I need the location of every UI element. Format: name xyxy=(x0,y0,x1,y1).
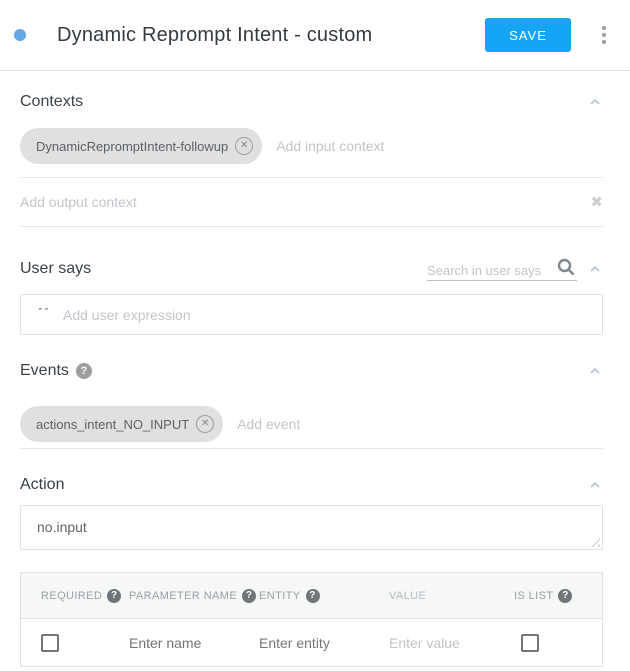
value-field[interactable] xyxy=(389,635,499,651)
action-input-box: no.input xyxy=(20,505,603,550)
add-user-expression-field[interactable] xyxy=(63,307,590,323)
collapse-contexts-icon[interactable] xyxy=(587,94,603,110)
search-icon[interactable] xyxy=(555,256,577,278)
required-help-icon[interactable]: ? xyxy=(107,589,121,603)
resize-handle[interactable] xyxy=(590,537,600,547)
parameter-row xyxy=(21,619,602,666)
add-input-context-field[interactable] xyxy=(276,138,603,154)
collapse-action-icon[interactable] xyxy=(587,477,603,493)
column-parameter-name: PARAMETER NAME ? xyxy=(129,589,259,603)
entity-help-icon[interactable]: ? xyxy=(306,589,320,603)
remove-input-context-icon[interactable]: ✕ xyxy=(235,137,253,155)
divider xyxy=(20,226,603,227)
divider xyxy=(20,448,603,449)
action-heading: Action xyxy=(20,476,64,494)
column-required: REQUIRED ? xyxy=(41,589,129,603)
clear-output-context-icon[interactable]: ✖ xyxy=(590,195,603,210)
contexts-section: Contexts DynamicRepromptIntent-followup … xyxy=(0,93,630,227)
remove-event-icon[interactable]: ✕ xyxy=(196,415,214,433)
input-context-chip-label: DynamicRepromptIntent-followup xyxy=(36,139,228,154)
add-event-field[interactable] xyxy=(237,416,603,432)
priority-dot-icon[interactable] xyxy=(14,29,26,41)
action-section: Action no.input REQUIRED ? PARAMETER NAM… xyxy=(0,476,630,667)
is-list-help-icon[interactable]: ? xyxy=(558,589,572,603)
intent-header: Dynamic Reprompt Intent - custom SAVE xyxy=(0,0,630,71)
event-chip-label: actions_intent_NO_INPUT xyxy=(36,417,189,432)
events-section: Events ? actions_intent_NO_INPUT ✕ xyxy=(0,362,630,449)
is-list-checkbox[interactable] xyxy=(521,634,539,652)
events-heading-label: Events xyxy=(20,362,69,380)
parameters-header-row: REQUIRED ? PARAMETER NAME ? ENTITY ? VAL… xyxy=(21,573,602,619)
add-output-context-field[interactable] xyxy=(20,194,590,210)
events-heading: Events ? xyxy=(20,362,92,380)
column-is-list: IS LIST ? xyxy=(514,589,602,603)
user-says-heading: User says xyxy=(20,260,91,278)
quote-icon: ” xyxy=(36,308,51,322)
input-context-chip: DynamicRepromptIntent-followup ✕ xyxy=(20,128,262,164)
events-help-icon[interactable]: ? xyxy=(76,363,92,379)
collapse-user-says-icon[interactable] xyxy=(587,261,603,277)
column-value: VALUE xyxy=(389,590,514,602)
action-name-field[interactable]: no.input xyxy=(37,506,586,549)
parameters-table: REQUIRED ? PARAMETER NAME ? ENTITY ? VAL… xyxy=(20,572,603,667)
event-chip: actions_intent_NO_INPUT ✕ xyxy=(20,406,223,442)
user-expression-box: ” xyxy=(20,294,603,335)
collapse-events-icon[interactable] xyxy=(587,363,603,379)
parameter-name-help-icon[interactable]: ? xyxy=(242,589,256,603)
user-says-section: User says ” xyxy=(0,256,630,335)
intent-title[interactable]: Dynamic Reprompt Intent - custom xyxy=(57,24,372,47)
header-actions: SAVE xyxy=(485,18,610,52)
more-options-icon[interactable] xyxy=(598,22,610,48)
required-checkbox[interactable] xyxy=(41,634,59,652)
search-user-says-input[interactable] xyxy=(427,263,555,278)
save-button[interactable]: SAVE xyxy=(485,18,571,52)
entity-field[interactable] xyxy=(259,635,369,651)
parameter-name-field[interactable] xyxy=(129,635,239,651)
column-entity: ENTITY ? xyxy=(259,589,389,603)
contexts-heading: Contexts xyxy=(20,93,83,111)
